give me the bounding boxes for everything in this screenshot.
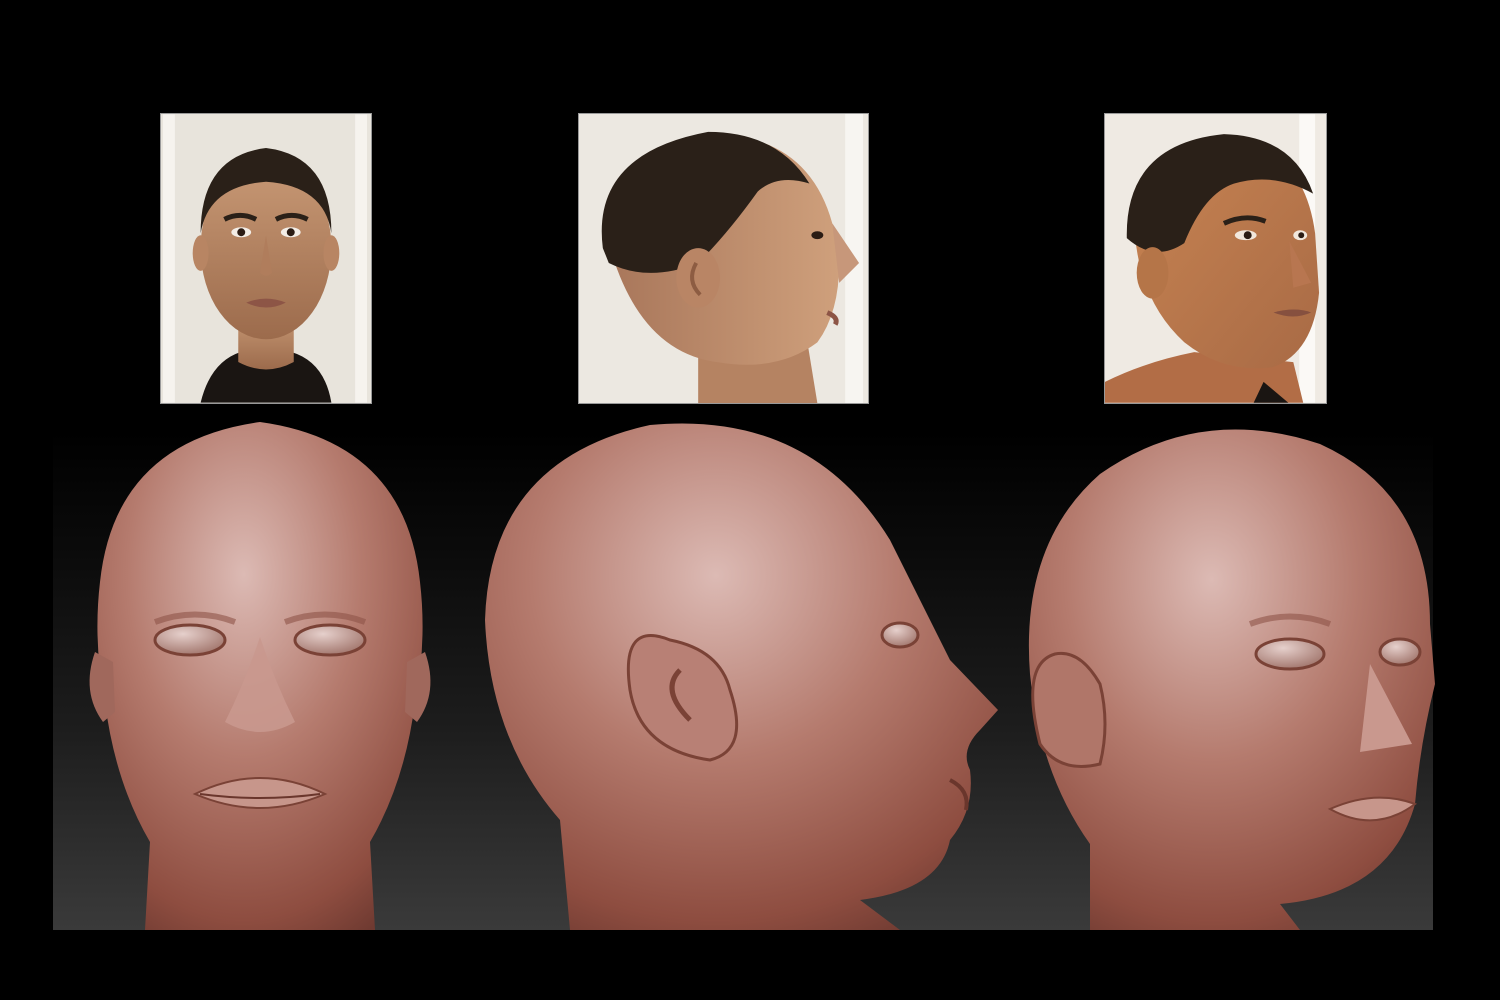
- portrait-three-quarter-icon: [1105, 114, 1326, 403]
- clay-head-profile-icon: [485, 423, 998, 930]
- clay-head-three-quarter-icon: [1028, 429, 1435, 930]
- clay-head-three-quarter: [1020, 424, 1440, 930]
- clay-head-profile: [480, 420, 1000, 930]
- clay-head-front: [75, 422, 445, 930]
- reference-photo-profile: [578, 113, 869, 404]
- reference-photo-three-quarter: [1104, 113, 1327, 404]
- reference-photo-front: [160, 113, 372, 404]
- portrait-profile-icon: [579, 114, 868, 403]
- clay-head-front-icon: [89, 422, 431, 930]
- portrait-front-icon: [161, 114, 371, 403]
